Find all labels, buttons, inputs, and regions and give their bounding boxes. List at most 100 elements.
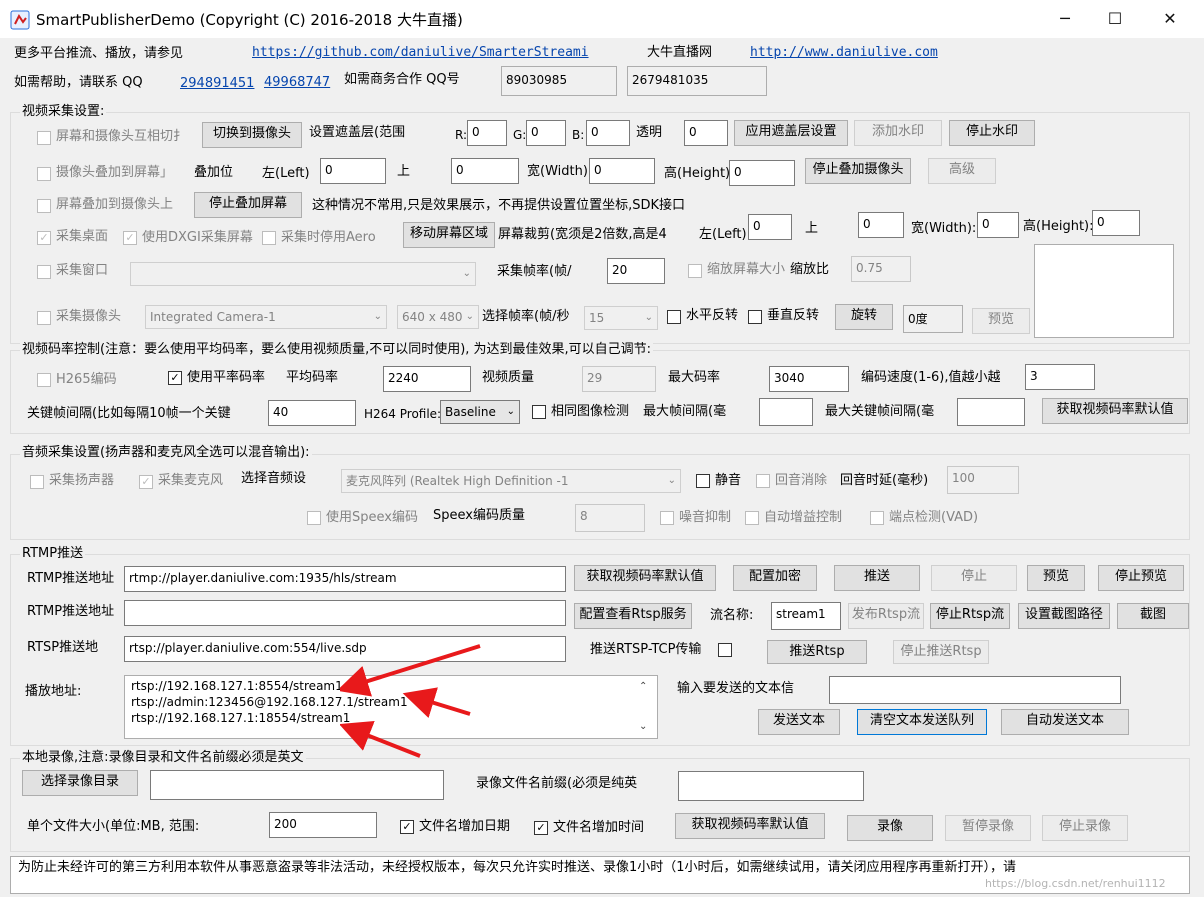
play-url-item[interactable]: rtsp://192.168.127.1:18554/stream1: [131, 710, 350, 726]
speex-quality-input[interactable]: 8: [575, 504, 645, 532]
cb-scale[interactable]: [688, 264, 702, 278]
resolution-select[interactable]: 640 x 480 ⌄: [397, 305, 479, 329]
preview-button[interactable]: 预览: [972, 308, 1030, 334]
fps-input[interactable]: 20: [607, 258, 665, 284]
close-button[interactable]: ✕: [1145, 0, 1195, 38]
stop-preview-button[interactable]: 停止预览: [1098, 565, 1184, 591]
profile-select[interactable]: Baseline ⌄: [440, 400, 520, 424]
quality-input[interactable]: 29: [582, 366, 656, 392]
cb-camera-on-screen[interactable]: [37, 167, 51, 181]
mic-select[interactable]: 麦克风阵列 (Realtek High Definition -1 ⌄: [341, 469, 681, 493]
cb-speaker[interactable]: [30, 475, 44, 489]
snapshot-path-button[interactable]: 设置截图路径: [1018, 603, 1110, 629]
crop-height-input[interactable]: 0: [1092, 210, 1140, 236]
select-fps-select[interactable]: 15 ⌄: [584, 306, 658, 330]
cb-avg-bitrate[interactable]: ✓: [168, 371, 182, 385]
scroll-down-icon[interactable]: ⌄: [639, 718, 647, 736]
b-input[interactable]: 0: [586, 120, 630, 146]
minimize-button[interactable]: ─: [1040, 0, 1090, 38]
stop-push-button[interactable]: 停止: [931, 565, 1017, 591]
width-input[interactable]: 0: [589, 158, 655, 184]
advanced-button[interactable]: 高级: [928, 158, 996, 184]
gop-input[interactable]: 40: [268, 400, 356, 426]
text-message-input[interactable]: [829, 676, 1121, 704]
record-button[interactable]: 录像: [847, 815, 933, 841]
maximize-button[interactable]: ☐: [1090, 0, 1140, 38]
record-prefix-input[interactable]: [678, 771, 864, 801]
avg-bitrate-input[interactable]: 2240: [383, 366, 471, 392]
r-input[interactable]: 0: [467, 120, 507, 146]
add-watermark-button[interactable]: 添加水印: [854, 120, 942, 146]
snapshot-button[interactable]: 截图: [1117, 603, 1189, 629]
push-rtsp-button[interactable]: 推送Rtsp: [767, 640, 867, 664]
cb-speex[interactable]: [307, 511, 321, 525]
cb-vad[interactable]: [870, 511, 884, 525]
rtmp-default-bitrate-button[interactable]: 获取视频码率默认值: [574, 565, 716, 591]
stop-record-button[interactable]: 停止录像: [1042, 815, 1128, 841]
stop-overlay-camera-button[interactable]: 停止叠加摄像头: [805, 158, 911, 184]
qq-link-1[interactable]: 294891451: [180, 75, 254, 93]
encode-speed-input[interactable]: 3: [1025, 364, 1095, 390]
camera-select[interactable]: Integrated Camera-1 ⌄: [145, 305, 387, 329]
qq-link-2[interactable]: 49968747: [264, 74, 330, 92]
cb-filename-date[interactable]: ✓: [400, 820, 414, 834]
apply-mask-button[interactable]: 应用遮盖层设置: [734, 120, 848, 146]
play-url-item[interactable]: rtsp://192.168.127.1:8554/stream1: [131, 678, 343, 694]
stop-rtsp-button[interactable]: 停止Rtsp流: [930, 603, 1010, 629]
cb-hflip[interactable]: [667, 310, 681, 324]
record-dir-input[interactable]: [150, 770, 444, 800]
cb-mute[interactable]: [696, 474, 710, 488]
move-region-button[interactable]: 移动屏幕区域: [403, 222, 495, 248]
rotate-button[interactable]: 旋转: [835, 304, 893, 330]
stop-overlay-screen-button[interactable]: 停止叠加屏幕: [194, 192, 302, 218]
up-input[interactable]: 0: [451, 158, 519, 184]
pause-record-button[interactable]: 暂停录像: [945, 815, 1031, 841]
max-key-interval-input[interactable]: [957, 398, 1025, 426]
get-default-bitrate-button[interactable]: 获取视频码率默认值: [1042, 398, 1188, 424]
scale-input[interactable]: 0.75: [851, 256, 911, 282]
clear-text-queue-button[interactable]: 清空文本发送队列: [857, 709, 987, 735]
stop-watermark-button[interactable]: 停止水印: [949, 120, 1035, 146]
push-button[interactable]: 推送: [834, 565, 920, 591]
cb-aero[interactable]: [262, 231, 276, 245]
scroll-up-icon[interactable]: ⌃: [639, 678, 647, 696]
send-text-button[interactable]: 发送文本: [758, 709, 840, 735]
g-input[interactable]: 0: [526, 120, 566, 146]
rtmp-url2-input[interactable]: [124, 600, 566, 626]
rtsp-service-config-button[interactable]: 配置查看Rtsp服务: [574, 603, 692, 629]
max-bitrate-input[interactable]: 3040: [769, 366, 849, 392]
site-link[interactable]: http://www.daniulive.com: [750, 44, 938, 62]
file-size-input[interactable]: 200: [269, 812, 377, 838]
alpha-input[interactable]: 0: [684, 120, 728, 146]
encrypt-config-button[interactable]: 配置加密: [733, 565, 817, 591]
rtmp-url-input[interactable]: rtmp://player.daniulive.com:1935/hls/str…: [124, 566, 566, 592]
cb-camera[interactable]: [37, 311, 51, 325]
cb-desktop[interactable]: ✓: [37, 231, 51, 245]
record-default-bitrate-button[interactable]: 获取视频码率默认值: [675, 813, 825, 839]
cb-vflip[interactable]: [748, 310, 762, 324]
cb-mic[interactable]: ✓: [139, 475, 153, 489]
cb-echo-cancel[interactable]: [756, 474, 770, 488]
auto-send-text-button[interactable]: 自动发送文本: [1001, 709, 1129, 735]
stop-push-rtsp-button[interactable]: 停止推送Rtsp: [893, 640, 989, 664]
stream-name-input[interactable]: stream1: [771, 602, 841, 630]
switch-to-camera-button[interactable]: 切换到摄像头: [202, 122, 302, 148]
cb-same-image[interactable]: [532, 405, 546, 419]
cb-dxgi[interactable]: ✓: [123, 231, 137, 245]
echo-delay-input[interactable]: 100: [947, 466, 1019, 494]
publish-rtsp-button[interactable]: 发布Rtsp流: [848, 603, 924, 629]
cb-agc[interactable]: [745, 511, 759, 525]
cb-overlay-switch[interactable]: [37, 131, 51, 145]
cb-noise-suppress[interactable]: [660, 511, 674, 525]
height-input[interactable]: 0: [729, 160, 795, 186]
left-input[interactable]: 0: [320, 158, 386, 184]
rtmp-preview-button[interactable]: 预览: [1027, 565, 1085, 591]
cb-filename-time[interactable]: ✓: [534, 821, 548, 835]
max-frame-interval-input[interactable]: [759, 398, 813, 426]
crop-up-input[interactable]: 0: [858, 212, 904, 238]
crop-left-input[interactable]: 0: [748, 214, 792, 240]
cb-window[interactable]: [37, 265, 51, 279]
crop-width-input[interactable]: 0: [977, 212, 1019, 238]
cb-screen-on-camera[interactable]: [37, 199, 51, 213]
cb-rtsp-tcp[interactable]: [718, 643, 732, 657]
